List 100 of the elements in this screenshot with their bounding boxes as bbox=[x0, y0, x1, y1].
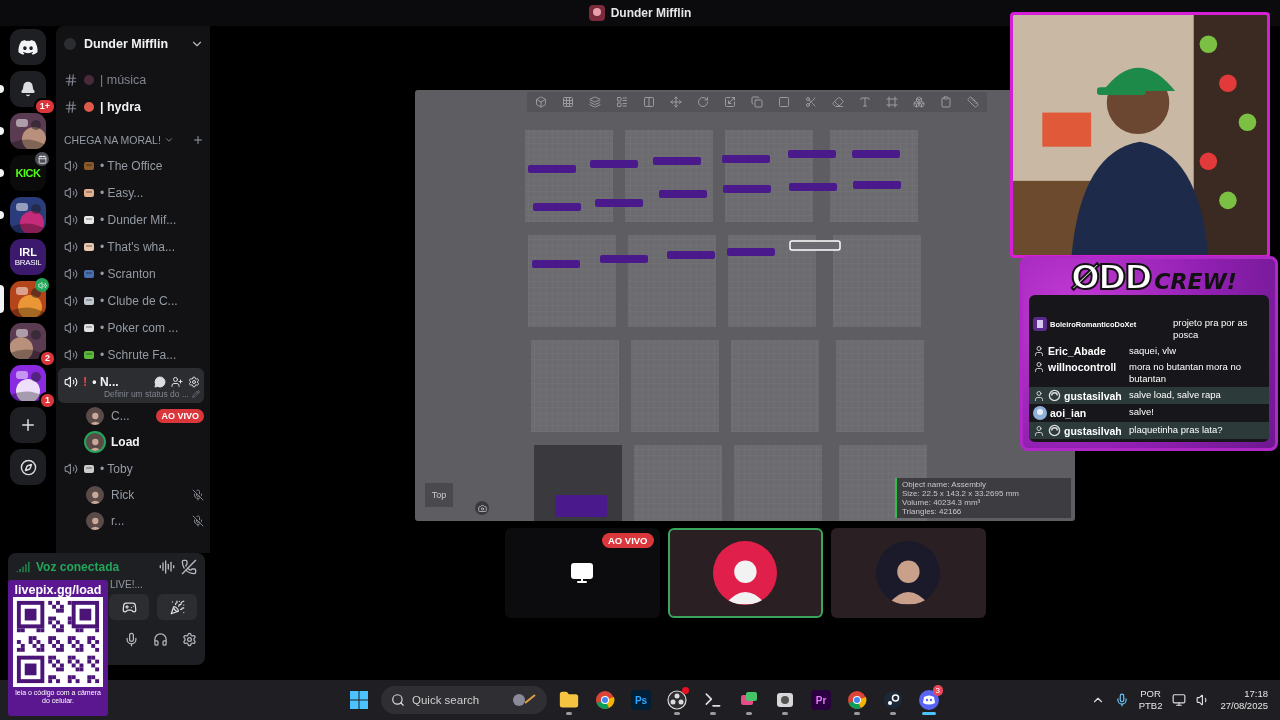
live-badge: AO VIVO bbox=[601, 533, 654, 548]
camera-button[interactable] bbox=[475, 501, 489, 515]
emoji-icon bbox=[83, 213, 95, 226]
category-name[interactable]: CHEGA NA MORAL! bbox=[64, 134, 161, 146]
language-indicator[interactable]: POR bbox=[1140, 688, 1161, 700]
text-channel-name[interactable]: | hydra bbox=[100, 99, 141, 114]
clock-time[interactable]: 17:18 bbox=[1244, 688, 1268, 700]
stream-tile[interactable]: AO VIVO bbox=[504, 528, 660, 618]
speaker-icon bbox=[64, 320, 78, 335]
logo-accent-text: CREW! bbox=[1154, 269, 1237, 294]
unread-badge: 2 bbox=[39, 350, 56, 367]
microphone-icon[interactable] bbox=[1114, 693, 1129, 707]
grid-icon[interactable] bbox=[561, 96, 574, 108]
boxes-icon[interactable] bbox=[913, 96, 926, 108]
taskbar-app[interactable]: 3 bbox=[915, 684, 943, 716]
chat-username: Eric_Abade bbox=[1048, 345, 1106, 357]
ring-icon bbox=[1048, 424, 1061, 437]
voice-channel-name[interactable]: • Schrute Fa... bbox=[100, 347, 200, 362]
voice-channel-highlight[interactable]: ! • N... Definir um status do ... bbox=[58, 368, 204, 403]
rotate-icon[interactable] bbox=[696, 96, 709, 108]
voice-channel-name[interactable]: • N... bbox=[92, 374, 149, 389]
headphones-icon[interactable] bbox=[153, 632, 168, 647]
signal-icon bbox=[16, 560, 30, 574]
emoji-icon bbox=[83, 73, 95, 86]
chrome-icon bbox=[595, 690, 615, 710]
member-name[interactable]: Rick bbox=[111, 488, 185, 502]
user-icon bbox=[1033, 424, 1045, 437]
cube-icon[interactable] bbox=[534, 96, 547, 108]
clock-date[interactable]: 27/08/2025 bbox=[1220, 700, 1268, 712]
voice-channel-name[interactable]: • That's wha... bbox=[100, 239, 200, 254]
speaker-icon bbox=[64, 347, 78, 362]
terminal-icon bbox=[703, 690, 723, 710]
discord-logo-icon[interactable] bbox=[10, 29, 46, 65]
member-name[interactable]: Load bbox=[111, 435, 204, 449]
settings-icon[interactable] bbox=[182, 632, 197, 647]
server-sublabel: BRASIL bbox=[14, 258, 42, 267]
hash-icon bbox=[64, 72, 78, 87]
chat-message: saquei, vlw bbox=[1129, 345, 1176, 357]
speaker-icon bbox=[64, 266, 78, 281]
member-name[interactable]: C... bbox=[111, 409, 150, 423]
eraser-icon[interactable] bbox=[832, 96, 845, 108]
microphone-icon[interactable] bbox=[124, 632, 139, 647]
voice-channel-name[interactable]: • Toby bbox=[100, 461, 200, 476]
scale-icon[interactable] bbox=[723, 96, 736, 108]
clipboard-icon[interactable] bbox=[940, 96, 953, 108]
chat-message: plaquetinha pras lata? bbox=[1129, 424, 1223, 436]
move-icon[interactable] bbox=[669, 96, 682, 108]
server-label: IRL bbox=[19, 247, 37, 258]
text-channel-name[interactable]: | música bbox=[100, 72, 147, 87]
user-icon bbox=[1033, 361, 1045, 373]
ruler-icon[interactable] bbox=[967, 96, 980, 108]
list-icon[interactable] bbox=[615, 96, 628, 108]
qr-code[interactable] bbox=[13, 597, 103, 687]
voice-status: Voz conectada bbox=[36, 560, 121, 574]
server-name[interactable]: Dunder Mifflin bbox=[84, 37, 182, 51]
add-server-button[interactable] bbox=[10, 407, 46, 443]
monitor-icon bbox=[570, 561, 594, 585]
view-cube[interactable]: Top bbox=[425, 483, 453, 507]
settings-icon bbox=[188, 375, 200, 388]
speaker-icon bbox=[64, 239, 78, 254]
server-badge-icon bbox=[64, 38, 76, 50]
participant-tile[interactable] bbox=[667, 528, 823, 618]
search-field[interactable]: Quick search bbox=[381, 686, 547, 714]
server-icon bbox=[588, 5, 605, 21]
emoji-icon bbox=[83, 321, 95, 334]
voice-channel-name[interactable]: • The Office bbox=[100, 158, 200, 173]
obs-icon bbox=[667, 690, 687, 710]
emoji-icon bbox=[83, 348, 95, 361]
square-icon[interactable] bbox=[777, 96, 790, 108]
invite-icon bbox=[171, 375, 183, 388]
activity-button[interactable] bbox=[109, 594, 149, 620]
gamepad-icon bbox=[121, 599, 137, 615]
voice-channel-name[interactable]: • Easy... bbox=[100, 185, 200, 200]
chat-message: salve load, salve rapa bbox=[1129, 389, 1221, 401]
speaker-icon bbox=[64, 461, 78, 476]
emoji-icon bbox=[83, 100, 95, 113]
taskbar-app[interactable]: Pr bbox=[807, 684, 835, 716]
voice-channel-name[interactable]: • Scranton bbox=[100, 266, 200, 281]
scissors-icon[interactable] bbox=[805, 96, 817, 108]
emoji-icon bbox=[83, 159, 95, 172]
soundboard-button[interactable] bbox=[157, 594, 197, 620]
member-name[interactable]: r... bbox=[111, 514, 185, 528]
server-icon[interactable]: IRL BRASIL bbox=[10, 239, 46, 275]
discover-button[interactable] bbox=[10, 449, 46, 485]
plus-icon bbox=[192, 134, 204, 146]
speaker-icon bbox=[64, 185, 78, 200]
voice-channel-name[interactable]: • Clube de C... bbox=[100, 293, 200, 308]
taskbar-app[interactable]: Ps bbox=[627, 684, 655, 716]
chevron-icon bbox=[163, 135, 174, 145]
voice-channel-name[interactable]: • Poker com ... bbox=[100, 320, 200, 335]
voice-channel-name[interactable]: • Dunder Mif... bbox=[100, 212, 200, 227]
keyboard-layout[interactable]: PTB2 bbox=[1138, 700, 1163, 712]
layers-icon[interactable] bbox=[588, 96, 601, 108]
display-icon[interactable] bbox=[1172, 693, 1187, 707]
columns-icon[interactable] bbox=[642, 96, 655, 108]
window-title: Dunder Mifflin bbox=[610, 6, 692, 20]
server-icon[interactable]: KICK bbox=[10, 155, 46, 191]
info-line: Object name: Assembly bbox=[902, 480, 988, 489]
info-line: Triangles: 42166 bbox=[902, 507, 963, 516]
participant-tile[interactable] bbox=[830, 528, 986, 618]
